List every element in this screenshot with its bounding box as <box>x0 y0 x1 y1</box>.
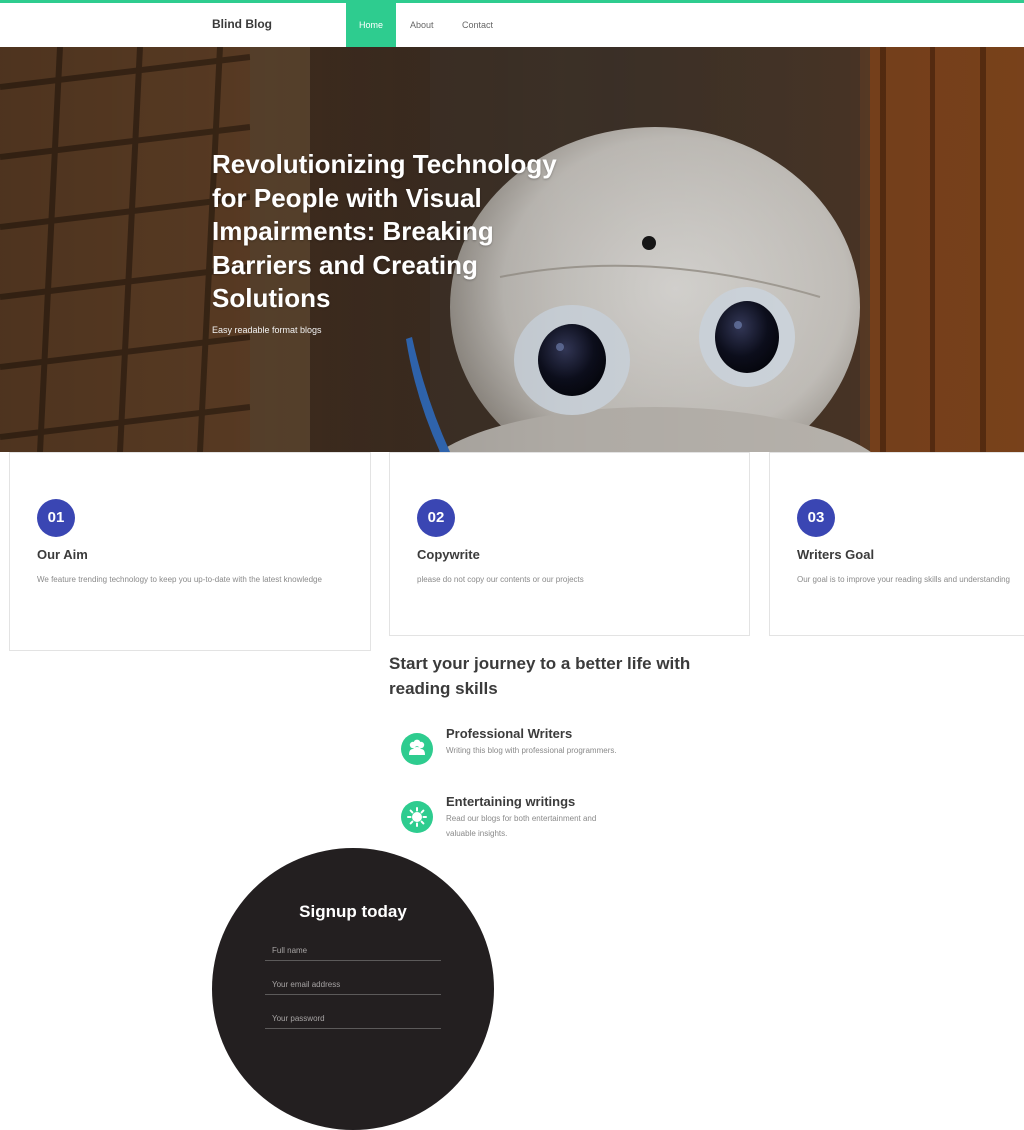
brand-logo[interactable]: Blind Blog <box>212 17 272 31</box>
feature-card-copywrite: 02 Copywrite please do not copy our cont… <box>389 452 750 636</box>
nav-home[interactable]: Home <box>346 3 396 47</box>
feature-number-badge: 02 <box>417 499 455 537</box>
feature-card-writers-goal: 03 Writers Goal Our goal is to improve y… <box>769 452 1024 636</box>
feature-card-aim: 01 Our Aim We feature trending technolog… <box>9 452 371 651</box>
journey-heading: Start your journey to a better life with… <box>389 654 691 698</box>
hero-title: Revolutionizing Technology for People wi… <box>212 149 557 313</box>
signup-title: Signup today <box>299 902 407 921</box>
nav-about[interactable]: About <box>410 3 434 47</box>
users-icon <box>401 733 433 765</box>
password-field[interactable] <box>265 1009 441 1029</box>
feature-text: Our goal is to improve your reading skil… <box>797 575 1011 584</box>
nav-contact[interactable]: Contact <box>462 3 493 47</box>
email-field[interactable] <box>265 975 441 995</box>
journey-item-title: Entertaining writings <box>446 794 576 809</box>
hero-banner: Revolutionizing Technology for People wi… <box>0 47 1024 452</box>
feature-title: Our Aim <box>37 547 88 562</box>
feature-text: please do not copy our contents or our p… <box>417 575 584 584</box>
full-name-field[interactable] <box>265 941 441 961</box>
journey-item-text: Read our blogs for both entertainment an… <box>446 814 597 838</box>
signup-panel: Signup today <box>212 848 494 1130</box>
sun-icon <box>401 801 433 833</box>
feature-title: Writers Goal <box>797 547 875 562</box>
feature-title: Copywrite <box>417 547 480 562</box>
journey-item-text: Writing this blog with professional prog… <box>446 746 617 755</box>
feature-number-badge: 03 <box>797 499 835 537</box>
feature-number-badge: 01 <box>37 499 75 537</box>
navbar: Blind Blog Home About Contact <box>0 3 1024 47</box>
journey-item-title: Professional Writers <box>446 726 573 741</box>
hero-subtitle: Easy readable format blogs <box>212 325 322 335</box>
feature-text: We feature trending technology to keep y… <box>37 575 322 584</box>
